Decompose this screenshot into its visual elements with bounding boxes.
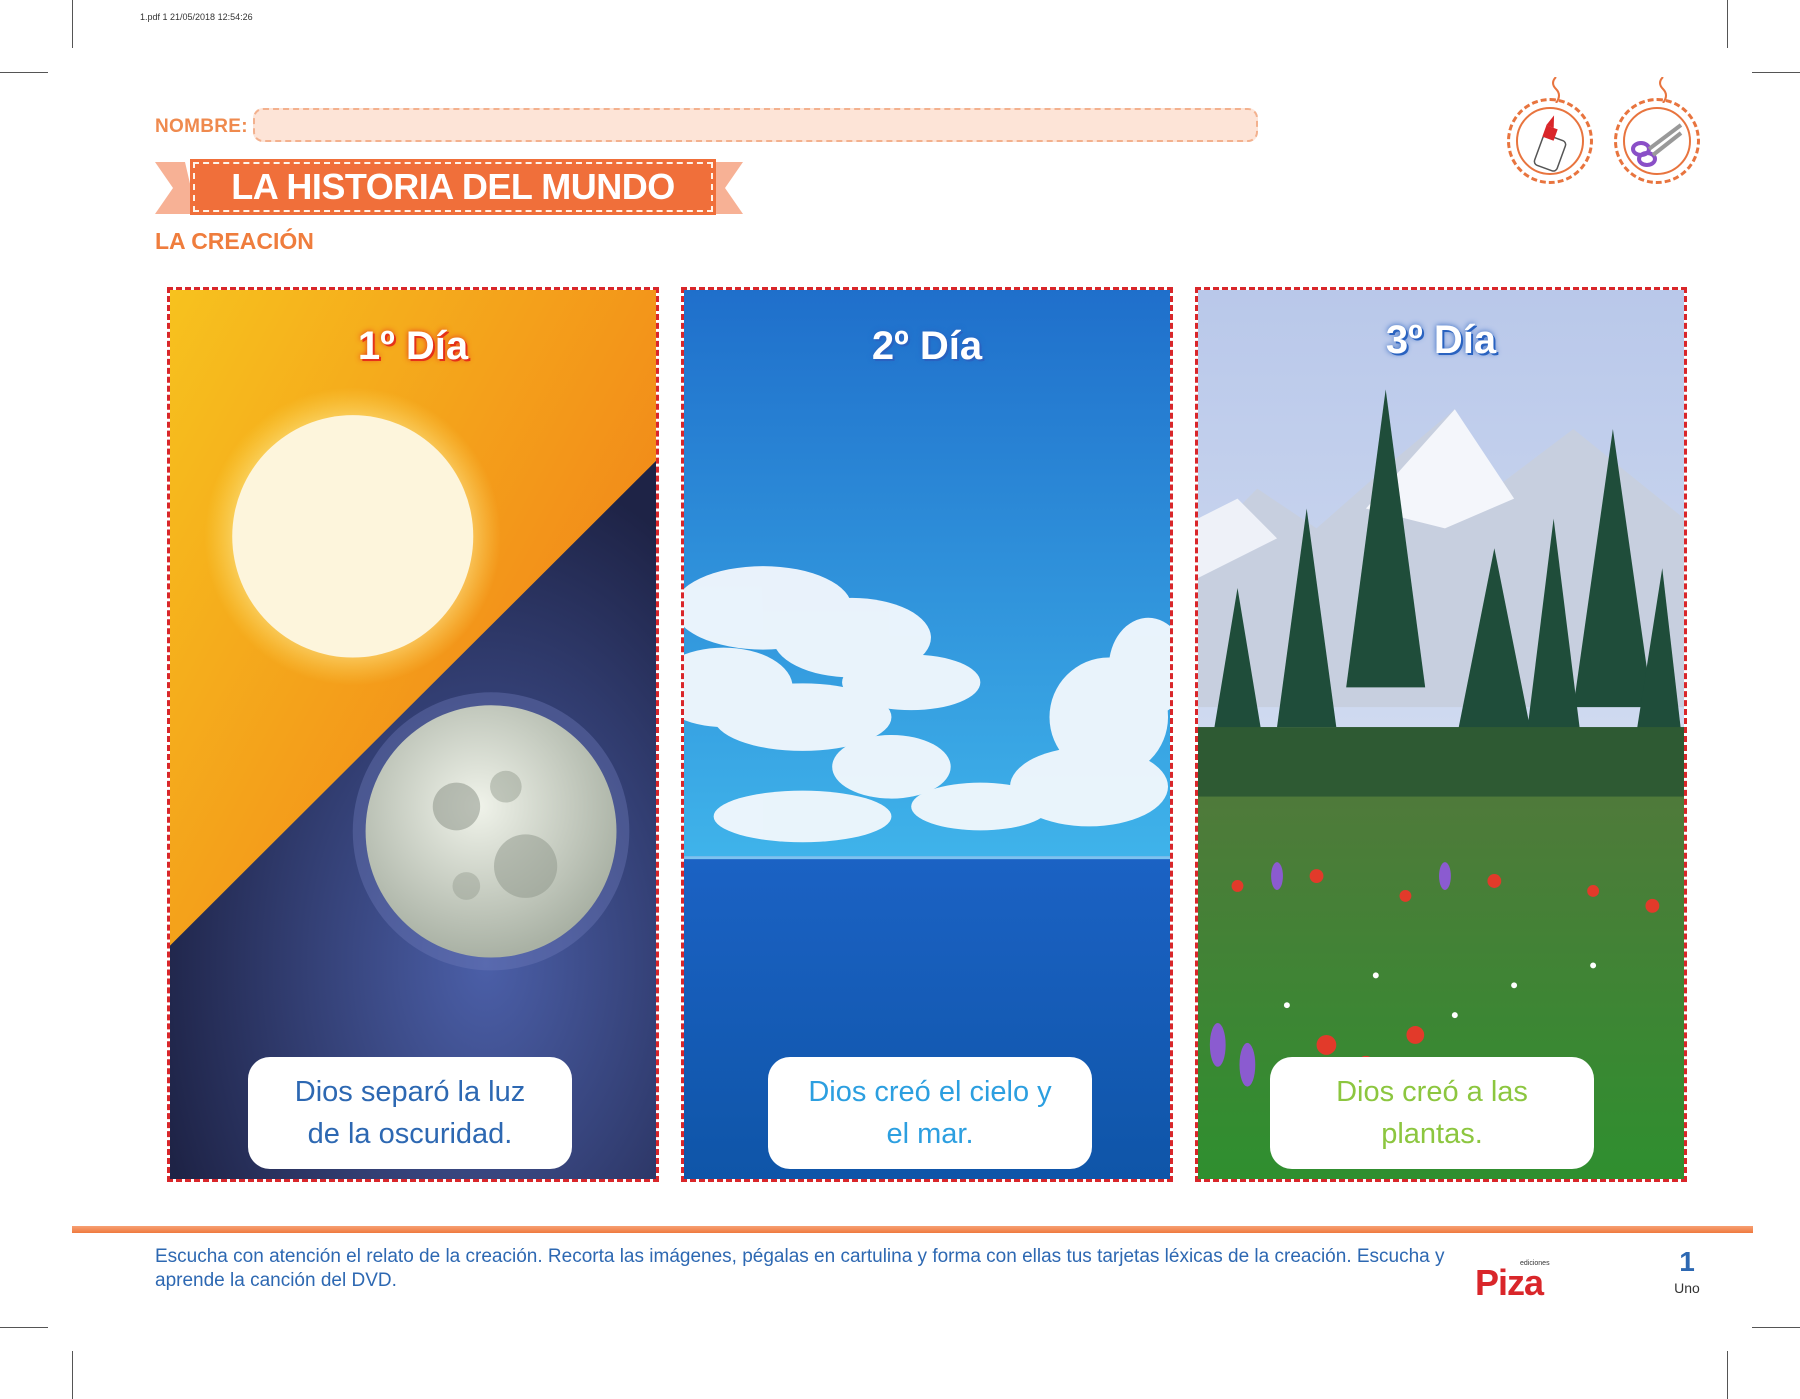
forest-meadow-illustration <box>1198 290 1684 1179</box>
sun-moon-illustration <box>170 290 656 1179</box>
day-title: 2º Día <box>871 324 983 368</box>
crop-mark <box>1752 72 1800 73</box>
caption-box: Dios separó la luz de la oscuridad. <box>252 1061 568 1165</box>
page-number-word: Uno <box>1674 1280 1700 1296</box>
page-number: 1 <box>1679 1246 1695 1277</box>
day-title: 3º Día <box>1385 318 1497 362</box>
scissors-icon <box>1614 77 1700 184</box>
caption-box: Dios creó el cielo y el mar. <box>772 1061 1088 1165</box>
name-label: NOMBRE: <box>155 116 248 137</box>
caption-line: el mar. <box>886 1118 974 1150</box>
instructions-text: Escucha con atención el relato de la cre… <box>155 1246 1445 1291</box>
glue-bottle-icon <box>1533 115 1567 172</box>
hanging-string <box>1659 77 1667 103</box>
sky-sea-illustration <box>684 290 1170 1179</box>
crop-mark <box>72 1351 73 1399</box>
caption-box: Dios creó a las plantas. <box>1274 1061 1590 1165</box>
caption-line: plantas. <box>1381 1118 1483 1150</box>
crop-mark <box>0 72 48 73</box>
caption-line: Dios creó el cielo y <box>808 1076 1052 1108</box>
glue-icon <box>1507 77 1593 184</box>
publisher-logo: Piza <box>1475 1262 1544 1303</box>
hanging-string <box>1552 77 1560 103</box>
crop-mark <box>1752 1327 1800 1328</box>
caption-line: de la oscuridad. <box>307 1118 513 1150</box>
page-subtitle: LA CREACIÓN <box>155 228 314 254</box>
title-banner: LA HISTORIA DEL MUNDO <box>155 154 743 224</box>
day-title: 1º Día <box>357 324 469 368</box>
caption-line: Dios creó a las <box>1336 1076 1528 1108</box>
card-day-1: 1º Día Dios separó la luz de la oscurida… <box>167 287 659 1182</box>
crop-mark <box>1727 0 1728 48</box>
page-title: LA HISTORIA DEL MUNDO <box>190 159 716 215</box>
file-header: 1.pdf 1 21/05/2018 12:54:26 <box>140 12 253 22</box>
card-day-3: 3º Día Dios creó a las plantas. <box>1195 287 1687 1182</box>
crop-mark <box>72 0 73 48</box>
crop-mark <box>1727 1351 1728 1399</box>
crop-mark <box>0 1327 48 1328</box>
caption-line: Dios separó la luz <box>294 1076 526 1108</box>
scissors-glyph <box>1631 123 1683 167</box>
card-day-2: 2º Día Dios creó el cielo y el mar. <box>681 287 1173 1182</box>
name-field[interactable] <box>253 108 1258 142</box>
footer-divider <box>72 1226 1753 1233</box>
